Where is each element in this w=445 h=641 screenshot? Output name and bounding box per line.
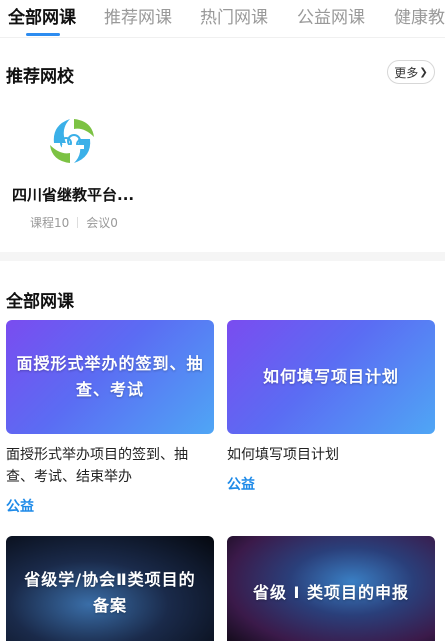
course-thumbnail[interactable]: 如何填写项目计划 (227, 320, 435, 434)
course-card[interactable]: 如何填写项目计划 如何填写项目计划 公益 (227, 320, 435, 494)
active-tab-indicator (26, 33, 60, 36)
tab-all-courses[interactable]: 全部网课 (8, 7, 76, 29)
course-title[interactable]: 如何填写项目计划 (227, 444, 435, 466)
thumbnail-caption: 如何填写项目计划 (262, 367, 399, 386)
all-courses-title: 全部网课 (6, 292, 74, 312)
course-thumbnail[interactable]: 面授形式举办的签到、抽查、考试 (6, 320, 214, 434)
school-logo-icon (44, 113, 100, 169)
course-card[interactable]: 省级 I 类项目的申报 (227, 536, 435, 641)
tab-hot-courses[interactable]: 热门网课 (200, 7, 268, 29)
school-logo[interactable] (44, 113, 100, 169)
tab-recommended-courses[interactable]: 推荐网课 (104, 7, 172, 29)
chevron-right-icon: ❯ (419, 66, 428, 78)
tab-health-courses[interactable]: 健康教 (394, 7, 445, 29)
thumbnail-caption: 面授形式举办的签到、抽查、考试 (16, 354, 204, 399)
thumbnail-caption: 省级 I 类项目的申报 (252, 583, 410, 602)
course-card[interactable]: 省级学/协会Ⅱ类项目的备案 (6, 536, 214, 641)
more-button[interactable]: 更多 ❯ (387, 60, 435, 84)
school-meta: 课程10 会议0 (30, 214, 118, 231)
school-meeting-count: 会议0 (86, 216, 118, 230)
more-label: 更多 (394, 65, 419, 80)
course-thumbnail[interactable]: 省级 I 类项目的申报 (227, 536, 435, 641)
course-tabs: 全部网课 推荐网课 热门网课 公益网课 健康教 (0, 0, 445, 38)
thumbnail-caption: 省级学/协会Ⅱ类项目的备案 (24, 570, 196, 615)
recommended-schools-title: 推荐网校 (6, 67, 74, 87)
school-name[interactable]: 四川省继教平台... (12, 184, 134, 205)
section-divider (0, 252, 445, 261)
course-title[interactable]: 面授形式举办项目的签到、抽查、考试、结束举办 (6, 444, 214, 488)
course-tag: 公益 (227, 477, 255, 493)
school-course-count: 课程10 (30, 216, 70, 230)
course-thumbnail[interactable]: 省级学/协会Ⅱ类项目的备案 (6, 536, 214, 641)
course-tag: 公益 (6, 499, 34, 515)
tab-public-courses[interactable]: 公益网课 (297, 7, 365, 29)
course-card[interactable]: 面授形式举办的签到、抽查、考试 面授形式举办项目的签到、抽查、考试、结束举办 公… (6, 320, 214, 516)
meta-divider (77, 217, 79, 228)
